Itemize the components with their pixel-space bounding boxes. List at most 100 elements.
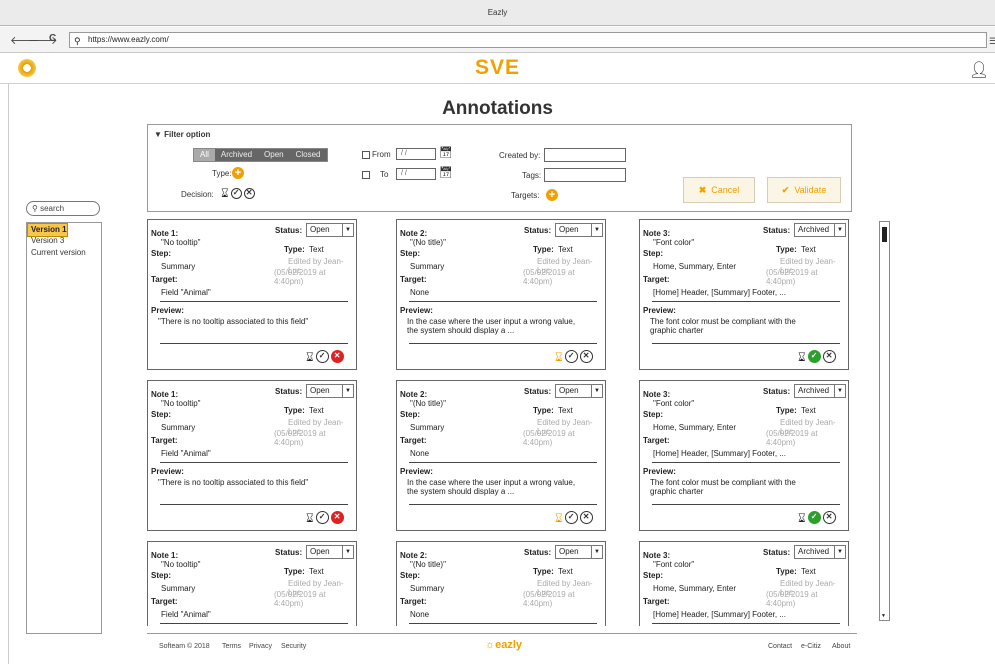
annotation-card[interactable]: Note 1: "No tooltip" Status: Open ▼ Type: Text… [147,380,357,531]
calendar-icon[interactable]: 📅︎ [439,166,453,179]
annotation-card[interactable]: Note 2: "(No title)" Status: Open ▼ Type: Text… [396,541,606,626]
type-value: Text [558,406,573,415]
decision-actions: ⌛︎ ✓ ✕ [555,350,593,363]
footer-privacy-link[interactable]: Privacy [249,643,272,650]
edit-date: (05/02/2019 at 4:40pm) [766,429,818,447]
check-icon[interactable]: ✓ [315,350,329,363]
created-by-input[interactable] [544,148,626,162]
hourglass-icon[interactable]: ⌛︎ [555,351,563,363]
status-select[interactable]: Archived ▼ [794,545,846,559]
status-select[interactable]: Open ▼ [306,545,354,559]
close-icon[interactable]: ✕ [243,187,255,199]
annotation-card[interactable]: Note 3: "Font color" Status: Archived ▼ Type:… [639,380,849,531]
close-icon[interactable]: ✕ [579,511,593,524]
left-divider [8,84,9,664]
edit-date: (05/02/2019 at 4:40pm) [523,268,575,286]
caret-down-icon: ▼ [154,130,162,139]
address-bar-url: https://www.eazly.com/ [88,35,169,44]
status-label: Status: [763,387,791,396]
check-icon[interactable]: ✓ [564,511,578,524]
check-icon[interactable]: ✓ [315,511,329,524]
scrollbar[interactable]: ▼ [879,221,890,621]
to-checkbox[interactable] [362,171,370,179]
footer-about-link[interactable]: About [832,643,850,650]
hourglass-icon[interactable]: ⌛︎ [798,351,806,363]
hourglass-icon[interactable]: ⌛︎ [798,512,806,524]
status-select[interactable]: Open ▼ [555,223,603,237]
tags-input[interactable] [544,168,626,182]
footer-terms-link[interactable]: Terms [222,643,241,650]
close-icon[interactable]: ✕ [822,350,836,363]
validate-label: Validate [794,185,827,195]
annotation-card[interactable]: Note 3: "Font color" Status: Archived ▼ Type:… [639,219,849,370]
validate-button[interactable]: ✔ Validate [767,177,841,203]
divider [409,343,597,344]
status-value: Open [559,386,579,395]
created-by-label: Created by: [499,151,541,160]
status-label: Status: [763,226,791,235]
footer-ecitiz-link[interactable]: e-Citiz [801,643,821,650]
menu-icon[interactable]: ☰ [989,36,995,47]
status-select[interactable]: Open ▼ [306,384,354,398]
add-type-icon[interactable]: + [232,167,244,179]
divider [160,504,348,505]
divider [160,301,348,302]
calendar-icon[interactable]: 📅︎ [439,146,453,159]
preview-line: In the case where the user input a wrong… [407,317,576,326]
status-select[interactable]: Archived ▼ [794,223,846,237]
preview-line: The font color must be compliant with th… [650,317,796,326]
status-select[interactable]: Open ▼ [555,384,603,398]
annotation-card[interactable]: Note 1: "No tooltip" Status: Open ▼ Type: Text… [147,541,357,626]
cancel-button[interactable]: ✖ Cancel [683,177,755,203]
note-title: "No tooltip" [161,399,201,408]
decision-actions: ⌛︎ ✓ ✕ [798,511,836,524]
to-date-field[interactable]: / / [396,168,436,180]
check-icon[interactable]: ✓ [230,187,242,199]
preview-line: the system should display a ... [407,487,515,496]
check-icon[interactable]: ✓ [807,511,821,524]
divider [160,623,348,624]
close-icon[interactable]: ✕ [822,511,836,524]
app-brand: SVE [474,56,521,79]
status-select[interactable]: Archived ▼ [794,384,846,398]
version-search-input[interactable]: ⚲ search [26,201,100,216]
from-date-field[interactable]: / / [396,148,436,160]
from-checkbox[interactable] [362,151,370,159]
hourglass-icon[interactable]: ⌛︎ [221,187,229,199]
status-select[interactable]: Open ▼ [555,545,603,559]
footer-security-link[interactable]: Security [281,643,306,650]
tab-all[interactable]: All [194,149,215,161]
status-tabs: All Archived Open Closed [193,148,328,162]
tab-closed[interactable]: Closed [289,149,327,161]
reload-icon[interactable]: C [49,33,56,44]
scrollbar-thumb[interactable] [882,227,887,242]
status-value: Open [310,547,330,556]
hourglass-icon[interactable]: ⌛︎ [306,512,314,524]
hourglass-icon[interactable]: ⌛︎ [306,351,314,363]
filter-panel: ▼ Filter option All Archived Open Closed… [147,124,852,212]
add-target-icon[interactable]: + [546,189,558,201]
hourglass-icon[interactable]: ⌛︎ [555,512,563,524]
tab-archived[interactable]: Archived [214,149,259,161]
close-icon[interactable]: ✕ [330,350,344,363]
annotation-card[interactable]: Note 3: "Font color" Status: Archived ▼ Type:… [639,541,849,626]
annotation-card[interactable]: Note 1: "No tooltip" Status: Open ▼ Type: Text… [147,219,357,370]
footer-contact-link[interactable]: Contact [768,643,792,650]
check-icon[interactable]: ✓ [807,350,821,363]
version-item[interactable]: Current version [27,247,101,259]
address-bar[interactable]: ⚲ https://www.eazly.com/ [69,32,987,48]
annotation-card[interactable]: Note 2: "(No title)" Status: Open ▼ Type: Text… [396,380,606,531]
scroll-down-icon[interactable]: ▼ [881,613,886,619]
divider [409,504,597,505]
close-icon[interactable]: ✕ [579,350,593,363]
close-icon[interactable]: ✕ [330,511,344,524]
version-item[interactable]: Version 1 [27,223,68,237]
annotation-card[interactable]: Note 2: "(No title)" Status: Open ▼ Type: Text… [396,219,606,370]
status-select[interactable]: Open ▼ [306,223,354,237]
status-label: Status: [524,548,552,557]
check-icon[interactable]: ✓ [564,350,578,363]
filter-header[interactable]: ▼ Filter option [154,130,210,139]
tab-open[interactable]: Open [258,149,290,161]
note-title: "Font color" [653,560,695,569]
user-icon[interactable]: 👤︎ [969,60,989,80]
